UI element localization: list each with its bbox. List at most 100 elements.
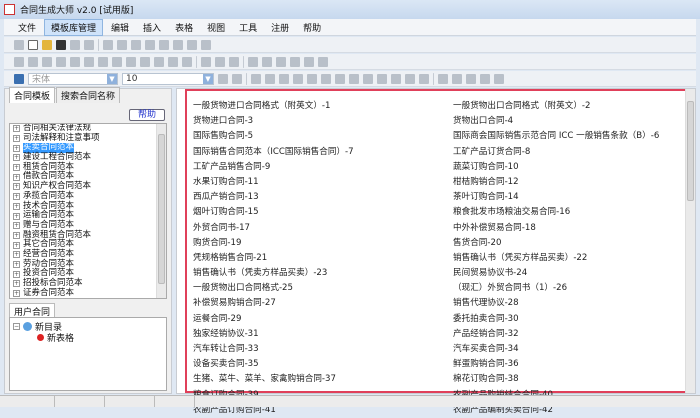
menu-table[interactable]: 表格 — [169, 20, 199, 35]
contract-link[interactable]: 一般货物进口合同格式（附英文）-1 — [193, 99, 354, 114]
open-icon[interactable] — [42, 39, 52, 50]
contract-link[interactable]: 工矿产品销售合同-9 — [193, 160, 354, 175]
justify-icon[interactable] — [480, 73, 490, 84]
contract-link[interactable]: 鲜蛋购销合同-36 — [453, 357, 659, 372]
contract-link[interactable]: 售货合同-20 — [453, 236, 659, 251]
link-icon[interactable] — [14, 39, 24, 50]
new-icon[interactable] — [28, 39, 38, 50]
contract-link[interactable]: 工矿产品订货合同-8 — [453, 145, 659, 160]
insert-row-icon[interactable] — [14, 56, 24, 67]
contract-link[interactable]: 货物进口合同-3 — [193, 114, 354, 129]
split-icon[interactable] — [84, 56, 94, 67]
merge-icon[interactable] — [70, 56, 80, 67]
font-size-select[interactable]: 10 ▼ — [122, 72, 214, 85]
preview-icon[interactable] — [84, 39, 94, 50]
contract-link[interactable]: 汽车转让合同-33 — [193, 342, 354, 357]
scrollbar-thumb[interactable] — [687, 101, 694, 201]
distribute-icon[interactable] — [494, 73, 504, 84]
contract-link[interactable]: 水果订购合同-11 — [193, 175, 354, 190]
table-grid-icon[interactable] — [140, 56, 150, 67]
contract-link[interactable]: 设备买卖合同-35 — [193, 357, 354, 372]
char-shade-icon[interactable] — [363, 73, 373, 84]
border-right-icon[interactable] — [318, 56, 328, 67]
scrollbar-thumb[interactable] — [158, 134, 165, 284]
contract-link[interactable]: 运餐合同-29 — [193, 312, 354, 327]
contract-link[interactable]: 一般货物出口合同格式-25 — [193, 281, 354, 296]
menu-tools[interactable]: 工具 — [233, 20, 263, 35]
underline-icon[interactable] — [279, 73, 289, 84]
circle-char-icon[interactable] — [377, 73, 387, 84]
delete-row-icon[interactable] — [42, 56, 52, 67]
contract-link[interactable]: 外贸合同书-17 — [193, 221, 354, 236]
contract-link[interactable]: 产品经销合同-32 — [453, 327, 659, 342]
expand-icon[interactable]: + — [13, 212, 20, 220]
expand-icon[interactable]: + — [13, 222, 20, 230]
tab-contract-templates[interactable]: 合同模板 — [9, 87, 56, 103]
expand-icon[interactable]: + — [13, 202, 20, 210]
menu-file[interactable]: 文件 — [12, 20, 42, 35]
border-bottom-icon[interactable] — [229, 56, 239, 67]
print-icon[interactable] — [70, 39, 80, 50]
paste-icon[interactable] — [131, 39, 141, 50]
contract-link[interactable]: 民间贸易协议书-24 — [453, 266, 659, 281]
border-all-icon[interactable] — [262, 56, 272, 67]
main-scrollbar[interactable] — [685, 89, 695, 393]
table-icon[interactable] — [98, 56, 108, 67]
color-icon[interactable] — [419, 73, 429, 84]
chevron-down-icon[interactable]: ▼ — [107, 73, 117, 84]
contract-link[interactable]: 国际销售合同范本（ICC国际销售合同）-7 — [193, 145, 354, 160]
tree-node[interactable]: + 证券合同范本 — [10, 288, 166, 298]
contract-link[interactable]: 蔬菜订购合同-10 — [453, 160, 659, 175]
save-icon[interactable] — [56, 39, 66, 50]
undo-icon[interactable] — [145, 39, 155, 50]
redo-icon[interactable] — [159, 39, 169, 50]
expand-icon[interactable]: + — [13, 270, 20, 278]
contract-link[interactable]: 委托拍卖合同-30 — [453, 312, 659, 327]
replace-icon[interactable] — [201, 39, 211, 50]
contract-link[interactable]: 购货合同-19 — [193, 236, 354, 251]
contract-link[interactable]: 柑桔购销合同-12 — [453, 175, 659, 190]
contract-link[interactable]: 销售确认书（凭卖方样品买卖）-23 — [193, 266, 354, 281]
border-inner-icon[interactable] — [290, 56, 300, 67]
contract-link[interactable]: 销售代理协议-28 — [453, 296, 659, 311]
help-button[interactable]: 帮助 — [129, 109, 165, 121]
contract-link[interactable]: 国际售购合同-5 — [193, 129, 354, 144]
italic-icon[interactable] — [265, 73, 275, 84]
align-right-icon[interactable] — [466, 73, 476, 84]
contract-link[interactable]: 国际商会国际销售示范合同 ICC 一般销售条款（B）-6 — [453, 129, 659, 144]
expand-icon[interactable]: + — [13, 164, 20, 172]
symbol-icon[interactable] — [391, 73, 401, 84]
contract-link[interactable]: 凭规格销售合同-21 — [193, 251, 354, 266]
contract-link[interactable]: 销售确认书（凭买方样品买卖）-22 — [453, 251, 659, 266]
table-props-icon[interactable] — [182, 56, 192, 67]
expand-icon[interactable]: + — [13, 241, 20, 249]
tab-user-contracts[interactable]: 用户合同 — [9, 303, 56, 318]
strikethrough-icon[interactable] — [293, 73, 303, 84]
border-top-icon[interactable] — [201, 56, 211, 67]
subscript-icon[interactable] — [335, 73, 345, 84]
tree-scrollbar[interactable] — [156, 124, 166, 298]
tree-file-node[interactable]: 新表格 — [13, 332, 163, 344]
contract-link[interactable]: 生猪、菜牛、菜羊、家禽购销合同-37 — [193, 372, 354, 387]
expand-icon[interactable]: + — [13, 173, 20, 181]
expand-icon[interactable]: + — [13, 280, 20, 288]
menu-insert[interactable]: 插入 — [137, 20, 167, 35]
expand-icon[interactable]: + — [13, 183, 20, 191]
contract-link[interactable]: 一般货物出口合同格式（附英文）-2 — [453, 99, 659, 114]
menu-template-library[interactable]: 模板库管理 — [44, 18, 104, 36]
contract-link[interactable]: （现汇）外贸合同书（1）-26 — [453, 281, 659, 296]
insert-col-icon[interactable] — [28, 56, 38, 67]
contract-link[interactable]: 货物出口合同-4 — [453, 114, 659, 129]
cut-icon[interactable] — [103, 39, 113, 50]
expand-icon[interactable]: + — [13, 193, 20, 201]
table-cols-icon[interactable] — [126, 56, 136, 67]
chevron-down-icon[interactable]: ▼ — [203, 73, 213, 84]
contract-link[interactable]: 茶叶订购合同-14 — [453, 190, 659, 205]
expand-icon[interactable]: + — [13, 144, 20, 152]
char-border-icon[interactable] — [349, 73, 359, 84]
expand-icon[interactable]: + — [13, 231, 20, 239]
tab-search-contract-name[interactable]: 搜索合同名称 — [56, 87, 121, 103]
border-left-icon[interactable] — [304, 56, 314, 67]
align-left-icon[interactable] — [438, 73, 448, 84]
table-insert-icon[interactable] — [154, 56, 164, 67]
